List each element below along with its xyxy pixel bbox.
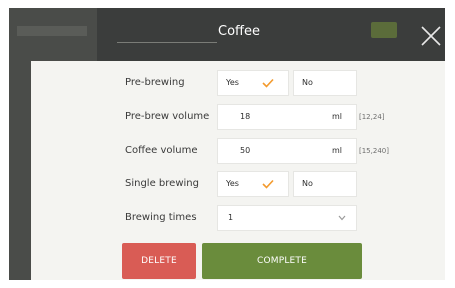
- close-button[interactable]: [419, 24, 443, 48]
- coffee-volume-input[interactable]: 50 ml: [217, 138, 357, 164]
- coffee-volume-value: 50: [240, 146, 251, 155]
- pre-brewing-yes-option[interactable]: Yes: [217, 70, 289, 96]
- page-title: Coffee: [218, 24, 260, 39]
- pre-brewing-no-label: No: [302, 78, 313, 87]
- background-sidebar-item: [17, 26, 87, 36]
- brewing-times-select[interactable]: 1: [217, 205, 357, 231]
- pre-brew-volume-range: [12,24]: [359, 113, 385, 121]
- coffee-volume-range: [15,240]: [359, 147, 389, 155]
- brewing-times-value: 1: [228, 213, 234, 222]
- complete-button[interactable]: COMPLETE: [202, 243, 362, 279]
- single-brewing-no-option[interactable]: No: [293, 171, 357, 197]
- single-brewing-no-label: No: [302, 179, 313, 188]
- check-icon: [262, 78, 274, 88]
- single-brewing-yes-label: Yes: [226, 179, 239, 188]
- chevron-down-icon: [338, 215, 346, 221]
- pre-brew-volume-unit: ml: [331, 112, 342, 121]
- close-icon: [421, 26, 441, 46]
- brew-settings-dialog: Pre-brewing Yes No Pre-brew volume 18 ml…: [31, 61, 445, 280]
- pre-brewing-no-option[interactable]: No: [293, 70, 357, 96]
- pre-brewing-yes-label: Yes: [226, 78, 239, 87]
- app-screen: Coffee Pre-brewing Yes No Pre-brew volum…: [9, 8, 445, 280]
- background-tab-underline: [117, 42, 217, 43]
- single-brewing-yes-option[interactable]: Yes: [217, 171, 289, 197]
- pre-brew-volume-value: 18: [240, 112, 251, 121]
- coffee-volume-unit: ml: [331, 146, 342, 155]
- check-icon: [262, 179, 274, 189]
- background-status-chip: [371, 22, 397, 38]
- pre-brew-volume-input[interactable]: 18 ml: [217, 104, 357, 130]
- delete-button[interactable]: DELETE: [122, 243, 196, 279]
